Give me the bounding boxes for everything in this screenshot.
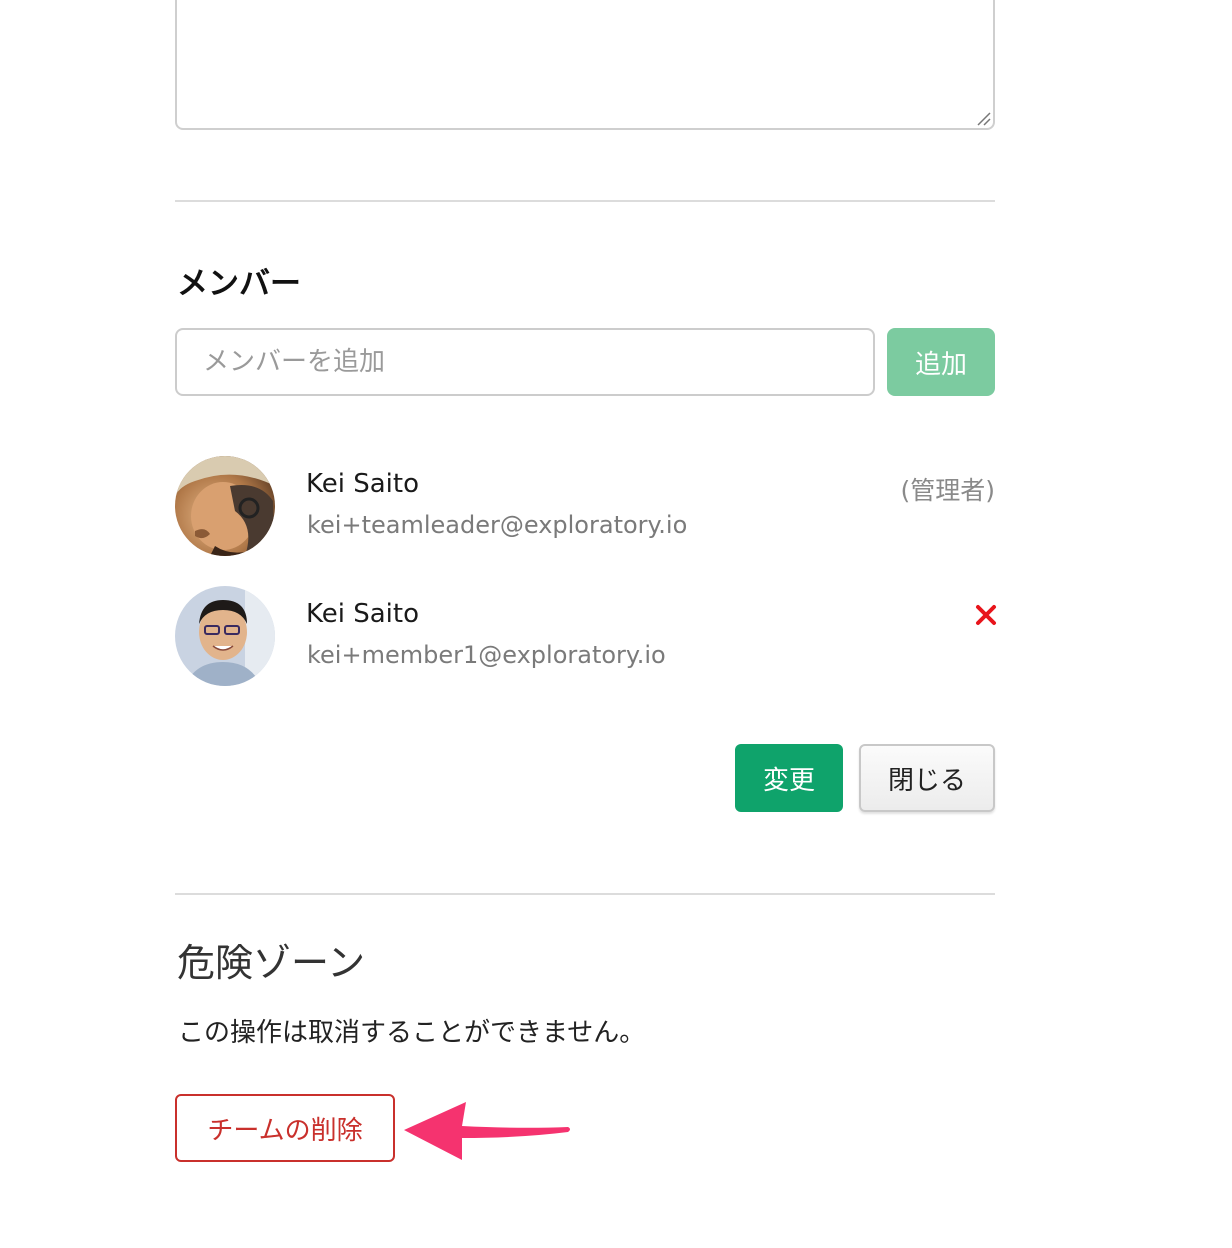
- avatar-photo-icon: [175, 456, 275, 556]
- member-email: kei+teamleader@exploratory.io: [307, 511, 688, 539]
- member-name: Kei Saito: [306, 599, 420, 629]
- member-name: Kei Saito: [306, 469, 420, 499]
- member-role-badge: (管理者): [900, 476, 995, 505]
- section-divider: [175, 200, 995, 202]
- annotation-arrow-icon: [404, 1102, 570, 1160]
- add-member-button[interactable]: 追加: [887, 328, 995, 396]
- member-list-item: Kei Saito kei+member1@exploratory.io: [175, 586, 997, 686]
- delete-team-button[interactable]: チームの削除: [175, 1094, 395, 1162]
- avatar: [175, 456, 275, 556]
- avatar-photo-icon: [175, 586, 275, 686]
- remove-member-close-icon[interactable]: [975, 604, 997, 626]
- add-member-input[interactable]: [175, 328, 875, 396]
- save-button[interactable]: 変更: [735, 744, 843, 812]
- member-list-item: Kei Saito kei+teamleader@exploratory.io …: [175, 456, 997, 556]
- danger-zone-title: 危険ゾーン: [177, 941, 366, 985]
- description-textarea[interactable]: [175, 0, 995, 130]
- member-email: kei+member1@exploratory.io: [307, 641, 666, 669]
- resize-handle-icon[interactable]: [975, 110, 991, 126]
- team-settings-page: メンバー 追加 Kei Sait: [0, 0, 1232, 1248]
- avatar: [175, 586, 275, 686]
- members-section-title: メンバー: [177, 266, 301, 302]
- section-divider: [175, 893, 995, 895]
- close-button[interactable]: 閉じる: [859, 744, 995, 812]
- danger-zone-description: この操作は取消することができません。: [178, 1018, 646, 1048]
